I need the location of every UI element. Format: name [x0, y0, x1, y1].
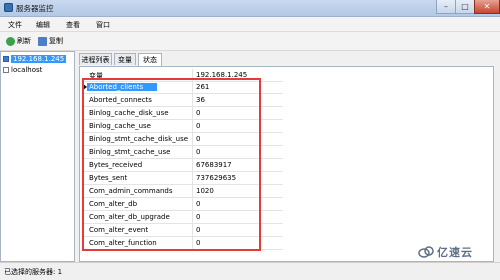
row-value: 36 — [196, 96, 205, 104]
row-value: 0 — [196, 148, 201, 156]
table-row[interactable]: Binlog_stmt_cache_disk_use 0 — [83, 133, 283, 146]
row-name: Com_alter_function — [89, 239, 157, 247]
column-divider — [192, 81, 193, 93]
table-row[interactable]: Aborted_connects 36 — [83, 94, 283, 107]
refresh-label: 刷新 — [17, 37, 31, 45]
row-value: 0 — [196, 122, 201, 130]
column-divider — [192, 185, 193, 197]
row-value: 0 — [196, 239, 201, 247]
row-value: 1020 — [196, 187, 214, 195]
maximize-button[interactable]: □ — [455, 0, 475, 14]
watermark: 亿速云 — [418, 244, 473, 260]
server-checkbox[interactable] — [3, 56, 9, 62]
table-row[interactable]: Binlog_cache_disk_use 0 — [83, 107, 283, 120]
toolbar: 刷新 复制 — [0, 32, 500, 51]
row-name: Aborted_clients — [87, 83, 158, 91]
column-divider — [192, 224, 193, 236]
menu-bar: 文件 编辑 查看 窗口 — [0, 17, 500, 32]
server-item[interactable]: localhost — [3, 65, 42, 75]
row-name: 变量 — [89, 72, 103, 80]
window-title: 服务器监控 — [16, 4, 54, 13]
row-value: 261 — [196, 83, 210, 91]
table-row[interactable]: Com_alter_event 0 — [83, 224, 283, 237]
table-row[interactable]: Binlog_stmt_cache_use 0 — [83, 146, 283, 159]
server-tree: 192.168.1.245 localhost — [0, 51, 75, 262]
app-window: 服务器监控 – □ ✕ 文件 编辑 查看 窗口 刷新 复制 192.168.1.… — [0, 0, 500, 280]
row-name: Bytes_sent — [89, 174, 128, 182]
row-name: Aborted_connects — [89, 96, 152, 104]
row-name: Com_alter_db_upgrade — [89, 213, 170, 221]
column-divider — [192, 146, 193, 158]
status-bar: 已选择的服务器: 1 — [0, 262, 500, 280]
row-name: Com_alter_event — [89, 226, 149, 234]
copy-icon — [38, 36, 47, 46]
column-divider — [192, 94, 193, 106]
row-value: 0 — [196, 226, 201, 234]
row-value: 0 — [196, 109, 201, 117]
row-value: 737629635 — [196, 174, 237, 182]
row-name: Com_admin_commands — [89, 187, 173, 195]
minimize-button[interactable]: – — [436, 0, 456, 14]
watermark-text: 亿速云 — [437, 246, 473, 259]
title-bar[interactable]: 服务器监控 – □ ✕ — [0, 0, 500, 17]
server-name: localhost — [11, 66, 43, 74]
status-text: 已选择的服务器: 1 — [4, 268, 63, 276]
menu-file[interactable]: 文件 — [8, 20, 22, 30]
row-value: 0 — [196, 200, 201, 208]
menu-edit[interactable]: 编辑 — [36, 20, 50, 30]
row-name: Binlog_stmt_cache_use — [89, 148, 171, 156]
column-divider — [192, 133, 193, 145]
table-row[interactable]: Com_alter_db 0 — [83, 198, 283, 211]
copy-label: 复制 — [49, 37, 63, 45]
tab-label: 进程列表 — [81, 55, 110, 64]
row-name: Binlog_cache_use — [89, 122, 151, 130]
table-row[interactable]: Com_admin_commands 1020 — [83, 185, 283, 198]
tab-label: 状态 — [143, 56, 157, 64]
menu-window[interactable]: 窗口 — [96, 20, 110, 30]
server-name: 192.168.1.245 — [11, 55, 67, 63]
server-checkbox[interactable] — [3, 67, 9, 73]
copy-button[interactable]: 复制 — [38, 35, 63, 47]
column-divider — [192, 107, 193, 119]
row-name: Binlog_stmt_cache_disk_use — [89, 135, 189, 143]
menu-view[interactable]: 查看 — [66, 20, 80, 30]
close-icon: ✕ — [483, 2, 491, 11]
table-row[interactable]: Com_alter_function 0 — [83, 237, 283, 250]
maximize-icon: □ — [461, 2, 469, 11]
column-divider — [192, 159, 193, 171]
column-divider — [192, 120, 193, 132]
column-divider — [192, 172, 193, 184]
table-row[interactable]: Com_alter_db_upgrade 0 — [83, 211, 283, 224]
tab-processlist[interactable]: 进程列表 — [79, 53, 112, 65]
table-row[interactable]: Bytes_received 67683917 — [83, 159, 283, 172]
row-value: 0 — [196, 135, 201, 143]
status-panel: 变量 192.168.1.245 Aborted_clients 261 Abo… — [79, 66, 494, 262]
refresh-button[interactable]: 刷新 — [6, 35, 31, 47]
close-button[interactable]: ✕ — [474, 0, 500, 14]
row-name: Binlog_cache_disk_use — [89, 109, 169, 117]
table-row[interactable]: Aborted_clients 261 — [83, 81, 283, 94]
app-icon — [4, 3, 13, 12]
row-name: Bytes_received — [89, 161, 143, 169]
tab-label: 变量 — [118, 55, 132, 64]
minimize-icon: – — [444, 2, 448, 11]
row-value: 67683917 — [196, 161, 232, 169]
row-name: Com_alter_db — [89, 200, 138, 208]
cloud-logo-icon — [418, 246, 434, 258]
column-divider — [192, 198, 193, 210]
table-row[interactable]: Binlog_cache_use 0 — [83, 120, 283, 133]
table-row[interactable]: Bytes_sent 737629635 — [83, 172, 283, 185]
row-value: 192.168.1.245 — [196, 71, 248, 79]
column-divider — [192, 237, 193, 249]
column-divider — [192, 69, 193, 81]
refresh-icon — [6, 36, 15, 46]
server-item[interactable]: 192.168.1.245 — [3, 54, 67, 64]
tab-variables[interactable]: 变量 — [114, 53, 136, 65]
tab-status[interactable]: 状态 — [138, 53, 162, 66]
column-divider — [192, 211, 193, 223]
row-value: 0 — [196, 213, 201, 221]
